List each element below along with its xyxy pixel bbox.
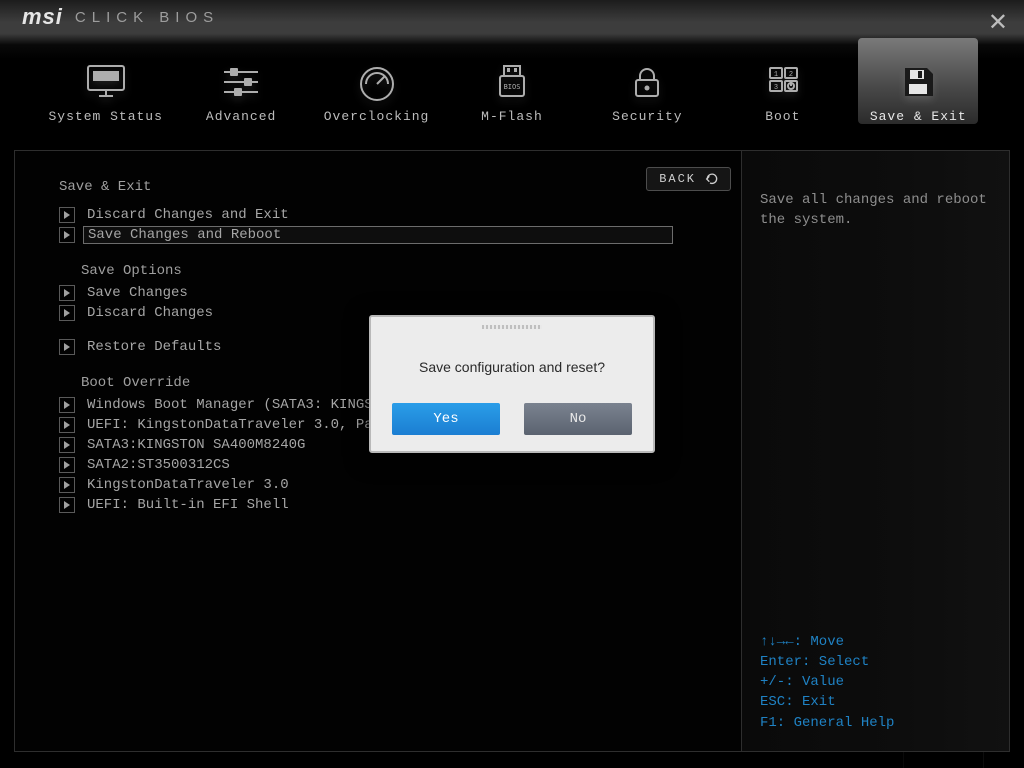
dialog-backdrop: Save configuration and reset? Yes No <box>0 0 1024 768</box>
dialog-no-button[interactable]: No <box>524 403 632 435</box>
confirm-dialog: Save configuration and reset? Yes No <box>369 315 655 453</box>
dialog-grip-icon[interactable] <box>371 325 653 335</box>
dialog-yes-button[interactable]: Yes <box>392 403 500 435</box>
dialog-message: Save configuration and reset? <box>371 335 653 403</box>
